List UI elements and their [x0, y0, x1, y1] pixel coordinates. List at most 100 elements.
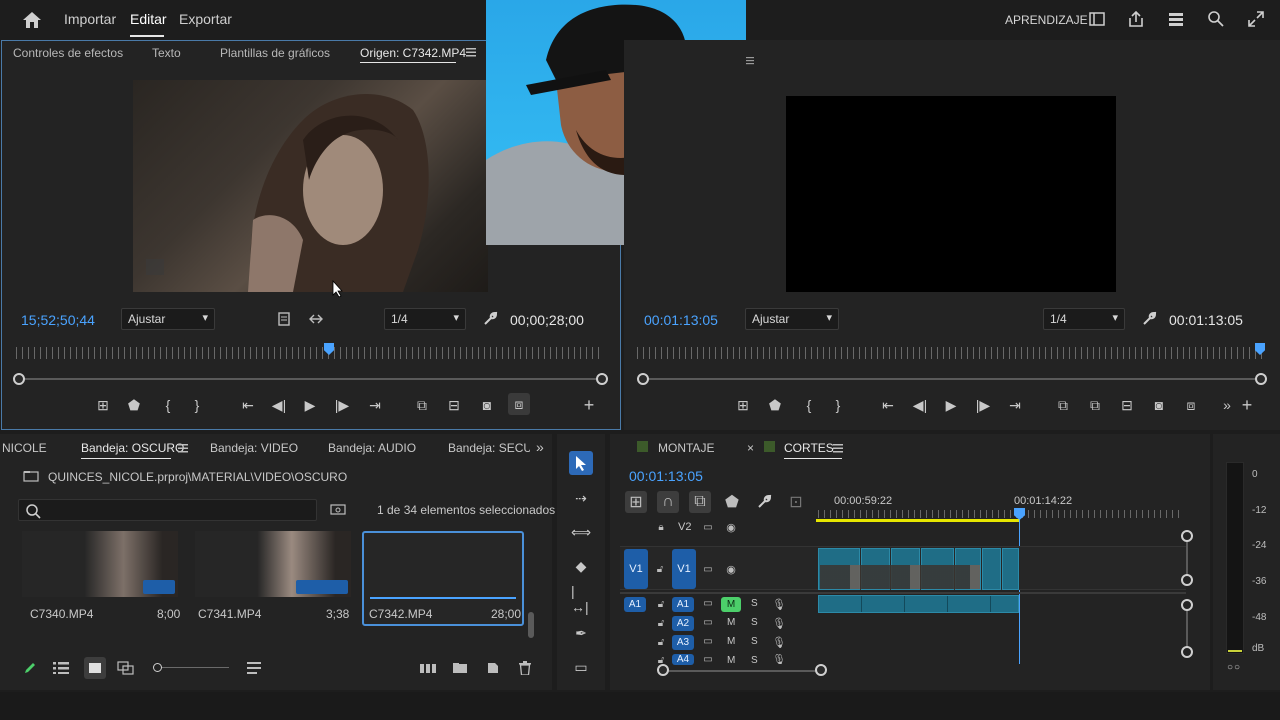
play-icon[interactable]: ▶ — [300, 395, 320, 415]
overwrite-icon[interactable]: ⊟ — [444, 395, 464, 415]
timeline-timecode[interactable]: 00:01:13:05 — [629, 468, 703, 484]
add-button-icon[interactable]: + — [579, 395, 599, 415]
lock-icon[interactable]: 🔓︎ — [655, 617, 667, 629]
project-scrollbar[interactable] — [528, 612, 534, 638]
program-zoom-left-handle[interactable] — [637, 373, 649, 385]
film-icon[interactable]: ▭ — [701, 635, 715, 647]
automate-to-sequence-icon[interactable] — [420, 660, 436, 676]
track-select-tool-icon[interactable]: ⇢ — [571, 488, 591, 508]
aprendizaje-label[interactable]: APRENDIZAJE — [1005, 13, 1088, 27]
source-patch-v1[interactable]: V1 — [624, 549, 648, 589]
mark-in-icon[interactable]: { — [158, 395, 178, 415]
mute-button-a4[interactable]: M — [727, 655, 735, 665]
add-marker-icon[interactable]: ⬟ — [724, 493, 740, 511]
go-to-out-icon[interactable]: ⇥ — [1005, 395, 1025, 415]
microphone-icon[interactable]: 🎙︎ — [773, 654, 785, 664]
solo-button-a2[interactable]: S — [751, 617, 758, 628]
thumbnail-size-slider[interactable] — [157, 667, 229, 668]
captions-icon[interactable]: ⊡ — [787, 493, 805, 511]
tab-montaje[interactable]: MONTAJE — [658, 441, 714, 455]
tab-effect-controls[interactable]: Controles de efectos — [13, 46, 123, 60]
lock-icon[interactable]: 🔒︎ — [655, 521, 667, 533]
share-icon[interactable] — [1127, 10, 1145, 28]
lock-icon[interactable]: 🔓︎ — [654, 563, 666, 575]
search-input[interactable] — [18, 499, 317, 521]
tab-bin-nicole[interactable]: NICOLE — [2, 441, 47, 455]
video-audio-divider[interactable] — [620, 592, 1186, 594]
tab-bin-audio[interactable]: Bandeja: AUDIO — [328, 441, 416, 455]
panel-menu-icon[interactable] — [177, 442, 189, 454]
pen-tool-icon[interactable]: ✒ — [571, 623, 591, 643]
snap-icon[interactable]: ∩ — [657, 491, 679, 513]
source-playhead-timecode[interactable]: 15;52;50;44 — [21, 312, 95, 328]
pencil-icon[interactable] — [22, 660, 38, 676]
solo-button-a4[interactable]: S — [751, 655, 758, 665]
program-video-frame[interactable] — [786, 96, 1116, 292]
lock-icon[interactable]: 🔓︎ — [655, 636, 667, 648]
wrench-icon[interactable] — [756, 493, 772, 511]
tab-text[interactable]: Texto — [152, 46, 181, 60]
audio-scroll-bottom-handle[interactable] — [1181, 646, 1193, 658]
more-controls-icon[interactable]: » — [1217, 395, 1237, 415]
tab-graphic-templates[interactable]: Plantillas de gráficos — [220, 46, 330, 60]
film-icon[interactable]: ▭ — [701, 616, 715, 628]
camera-icon[interactable]: ◙ — [477, 395, 497, 415]
tab-bin-video[interactable]: Bandeja: VIDEO — [210, 441, 298, 455]
track-target-a4[interactable]: A4 — [672, 654, 694, 665]
solo-button-a3[interactable]: S — [751, 636, 758, 647]
microphone-icon[interactable]: 🎙︎ — [772, 616, 786, 630]
microphone-icon[interactable]: 🎙︎ — [772, 635, 786, 649]
selection-tool-icon[interactable] — [569, 451, 593, 475]
film-icon[interactable]: ▭ — [701, 597, 715, 609]
slip-tool-icon[interactable]: |↔| — [571, 583, 591, 615]
video-scroll-bottom-handle[interactable] — [1181, 574, 1193, 586]
lock-icon[interactable]: 🔓︎ — [655, 598, 667, 610]
go-to-in-icon[interactable]: ⇤ — [238, 395, 258, 415]
wrench-icon[interactable] — [1141, 311, 1157, 327]
linked-selection-icon[interactable]: ⧉ — [689, 491, 711, 513]
tab-bin-secuen[interactable]: Bandeja: SECUEN — [448, 441, 530, 455]
audio-scroll-top-handle[interactable] — [1181, 599, 1193, 611]
mark-out-icon[interactable]: } — [828, 395, 848, 415]
step-forward-icon[interactable]: |▶ — [332, 395, 352, 415]
timeline-zoom-left-handle[interactable] — [657, 664, 669, 676]
compare-icon[interactable]: ⊟ — [1117, 395, 1137, 415]
film-icon[interactable]: ▭ — [701, 563, 715, 575]
insert-icon[interactable]: ⧉ — [412, 395, 432, 415]
video-clip[interactable] — [1002, 548, 1019, 590]
razor-tool-icon[interactable]: ◆ — [571, 556, 591, 576]
source-zoom-scrollbar[interactable] — [20, 378, 602, 380]
source-fit-dropdown[interactable]: Ajustar ▾ — [121, 308, 215, 330]
more-tabs-icon[interactable]: » — [536, 439, 544, 455]
source-time-ruler[interactable] — [16, 347, 604, 359]
program-time-ruler[interactable] — [637, 347, 1264, 359]
button-editor-icon[interactable]: ⧈ — [508, 393, 530, 415]
expand-icon[interactable] — [1247, 10, 1265, 28]
solo-button-a1[interactable]: S — [751, 598, 758, 609]
export-frame-icon[interactable]: ⊞ — [733, 395, 753, 415]
eye-icon[interactable]: ◉ — [724, 563, 738, 576]
list-view-icon[interactable] — [53, 660, 69, 676]
mute-button-a2[interactable]: M — [727, 617, 735, 628]
list-icon[interactable] — [1167, 11, 1185, 27]
program-fit-dropdown[interactable]: Ajustar ▾ — [745, 308, 839, 330]
add-button-icon[interactable]: + — [1237, 395, 1257, 415]
lift-icon[interactable]: ⧉ — [1053, 395, 1073, 415]
step-forward-icon[interactable]: |▶ — [973, 395, 993, 415]
panel-icon[interactable] — [1088, 11, 1106, 27]
mute-button-a3[interactable]: M — [727, 636, 735, 647]
insert-clip-icon[interactable] — [277, 311, 291, 327]
sort-icon[interactable] — [246, 660, 262, 676]
menu-exportar[interactable]: Exportar — [179, 11, 232, 27]
microphone-icon[interactable]: 🎙︎ — [772, 597, 786, 611]
multi-camera-icon[interactable]: ⧈ — [1181, 395, 1201, 415]
track-target-a3[interactable]: A3 — [672, 635, 694, 650]
film-icon[interactable]: ▭ — [701, 654, 715, 664]
audio-clip-track[interactable] — [818, 595, 1019, 613]
panel-menu-icon[interactable] — [465, 46, 477, 58]
add-marker-icon[interactable]: ⬟ — [124, 395, 144, 415]
mute-button-a1[interactable]: M — [721, 597, 741, 612]
rectangle-tool-icon[interactable]: ▭ — [571, 657, 591, 677]
close-tab-icon[interactable]: × — [747, 441, 754, 455]
play-icon[interactable]: ▶ — [941, 395, 961, 415]
